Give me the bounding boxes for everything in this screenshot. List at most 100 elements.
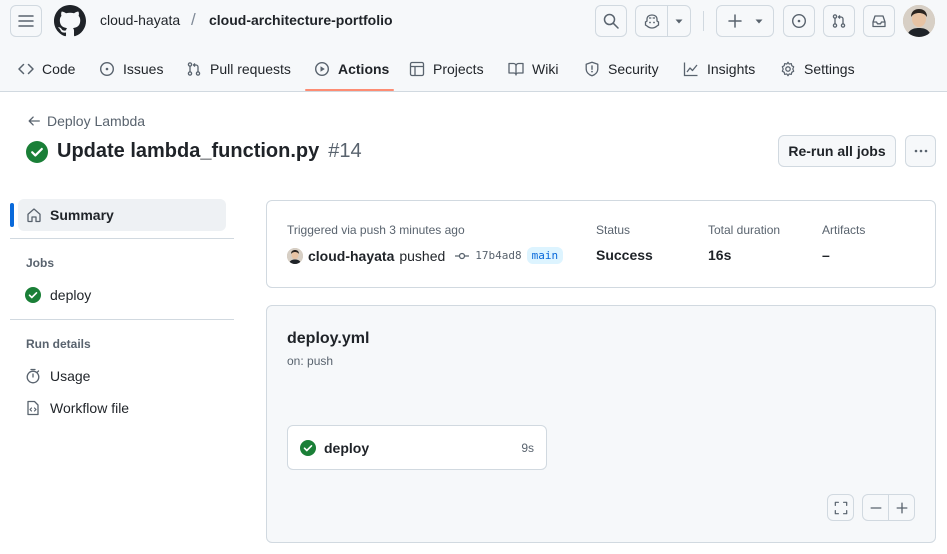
dash-icon — [870, 506, 881, 509]
run-title-text: Update lambda_function.py — [57, 140, 320, 162]
duration-value[interactable]: 16s — [708, 247, 731, 263]
repo-nav: Code Issues Pull requests Actions Projec… — [0, 48, 947, 92]
tab-insights[interactable]: Insights — [683, 48, 755, 90]
job-card-name: deploy — [324, 439, 370, 456]
status-label: Status — [596, 223, 631, 237]
copilot-dropdown[interactable] — [668, 6, 690, 36]
fullscreen-button[interactable] — [827, 494, 854, 521]
zoom-out-button[interactable] — [862, 494, 889, 521]
workflow-file-name: deploy.yml — [287, 330, 370, 347]
tab-code[interactable]: Code — [18, 48, 75, 90]
status-value: Success — [596, 247, 653, 263]
rerun-all-jobs-button[interactable]: Re-run all jobs — [778, 135, 896, 167]
home-icon — [27, 208, 41, 223]
trigger-details: cloud-hayata pushed 17b4ad8 main — [287, 247, 564, 264]
job-card-deploy[interactable]: deploy 9s — [287, 425, 547, 470]
global-header: cloud-hayata / cloud-architecture-portfo… — [0, 0, 947, 92]
search-icon — [603, 13, 619, 29]
tab-wiki-label: Wiki — [532, 61, 559, 77]
user-avatar[interactable] — [903, 5, 935, 37]
sidebar-workflow-file-label: Workflow file — [50, 400, 130, 416]
github-logo-icon[interactable] — [54, 5, 86, 37]
artifacts-value: – — [822, 247, 830, 263]
run-number: #14 — [328, 140, 362, 162]
hamburger-icon — [18, 15, 34, 27]
branch-badge[interactable]: main — [526, 247, 564, 264]
job-card-duration: 9s — [521, 440, 534, 455]
header-divider — [703, 11, 704, 31]
run-title: Update lambda_function.py #14 — [26, 140, 362, 163]
git-pull-request-icon — [187, 62, 201, 76]
git-commit-icon — [455, 252, 470, 259]
workflow-graph: deploy.yml on: push deploy 9s — [266, 305, 936, 543]
artifacts-label: Artifacts — [822, 223, 866, 237]
sidebar-run-details-heading: Run details — [26, 337, 91, 351]
inbox-button[interactable] — [863, 5, 895, 37]
tab-actions[interactable]: Actions — [314, 48, 389, 90]
sidebar-active-indicator — [10, 203, 14, 227]
commit-sha-link[interactable]: 17b4ad8 — [475, 249, 521, 262]
table-icon — [409, 61, 425, 77]
back-link-label: Deploy Lambda — [47, 113, 146, 129]
trigger-label: Triggered via push 3 minutes ago — [287, 223, 465, 237]
sidebar-item-job-deploy[interactable]: deploy — [25, 287, 91, 303]
issue-opened-icon — [791, 13, 807, 29]
arrow-left-icon — [28, 116, 40, 126]
tab-pull-requests-label: Pull requests — [210, 61, 291, 77]
kebab-horizontal-icon — [914, 149, 927, 153]
search-button[interactable] — [595, 5, 627, 37]
tab-settings[interactable]: Settings — [780, 48, 855, 90]
active-tab-underline — [305, 89, 394, 91]
sidebar-item-usage[interactable]: Usage — [25, 368, 90, 384]
top-bar: cloud-hayata / cloud-architecture-portfo… — [0, 0, 947, 44]
back-to-workflow-link[interactable]: Deploy Lambda — [27, 113, 145, 129]
triangle-down-icon — [755, 19, 762, 24]
git-pull-request-icon — [832, 14, 846, 28]
tab-projects-label: Projects — [433, 61, 484, 77]
tab-issues[interactable]: Issues — [99, 48, 163, 90]
run-summary-box: Triggered via push 3 minutes ago cloud-h… — [266, 200, 936, 288]
sidebar-usage-label: Usage — [50, 368, 91, 384]
tab-pull-requests[interactable]: Pull requests — [186, 48, 291, 90]
tab-issues-label: Issues — [123, 61, 164, 77]
actor-link[interactable]: cloud-hayata — [308, 248, 394, 264]
plus-icon — [896, 502, 907, 513]
tab-actions-label: Actions — [338, 61, 390, 77]
sidebar-item-workflow-file[interactable]: Workflow file — [25, 400, 129, 416]
tab-security[interactable]: Security — [584, 48, 659, 90]
breadcrumb-repo[interactable]: cloud-architecture-portfolio — [209, 12, 393, 28]
zoom-in-button[interactable] — [888, 494, 915, 521]
sidebar-jobs-heading: Jobs — [26, 256, 55, 270]
screen-full-icon — [834, 501, 847, 514]
breadcrumb-owner[interactable]: cloud-hayata — [100, 12, 180, 28]
actor-avatar[interactable] — [287, 247, 303, 264]
stopwatch-icon — [26, 368, 40, 384]
triangle-down-icon — [675, 19, 683, 24]
shield-icon — [585, 61, 599, 77]
tab-code-label: Code — [42, 61, 76, 77]
your-issues-button[interactable] — [783, 5, 815, 37]
menu-button[interactable] — [10, 5, 42, 37]
tab-projects[interactable]: Projects — [409, 48, 484, 90]
your-pull-requests-button[interactable] — [823, 5, 855, 37]
trigger-action: pushed — [399, 247, 446, 264]
create-new-button[interactable] — [716, 5, 774, 37]
copilot-button-group — [635, 5, 691, 37]
workflow-trigger: on: push — [287, 354, 334, 368]
sidebar-summary-label: Summary — [50, 207, 114, 223]
check-circle-fill-icon — [25, 287, 41, 303]
inbox-icon — [872, 15, 886, 28]
sidebar-divider — [10, 238, 234, 239]
tab-wiki[interactable]: Wiki — [508, 48, 558, 90]
tab-settings-label: Settings — [804, 61, 855, 77]
tab-insights-label: Insights — [707, 61, 756, 77]
more-options-button[interactable] — [905, 135, 936, 167]
copilot-button[interactable] — [636, 6, 668, 36]
sidebar-divider — [10, 319, 234, 320]
plus-icon — [727, 14, 742, 28]
copilot-icon — [644, 14, 659, 29]
breadcrumb-separator: / — [191, 10, 196, 29]
sidebar-item-summary[interactable]: Summary — [18, 199, 226, 231]
issue-opened-icon — [99, 61, 115, 77]
check-circle-fill-icon — [300, 439, 316, 456]
